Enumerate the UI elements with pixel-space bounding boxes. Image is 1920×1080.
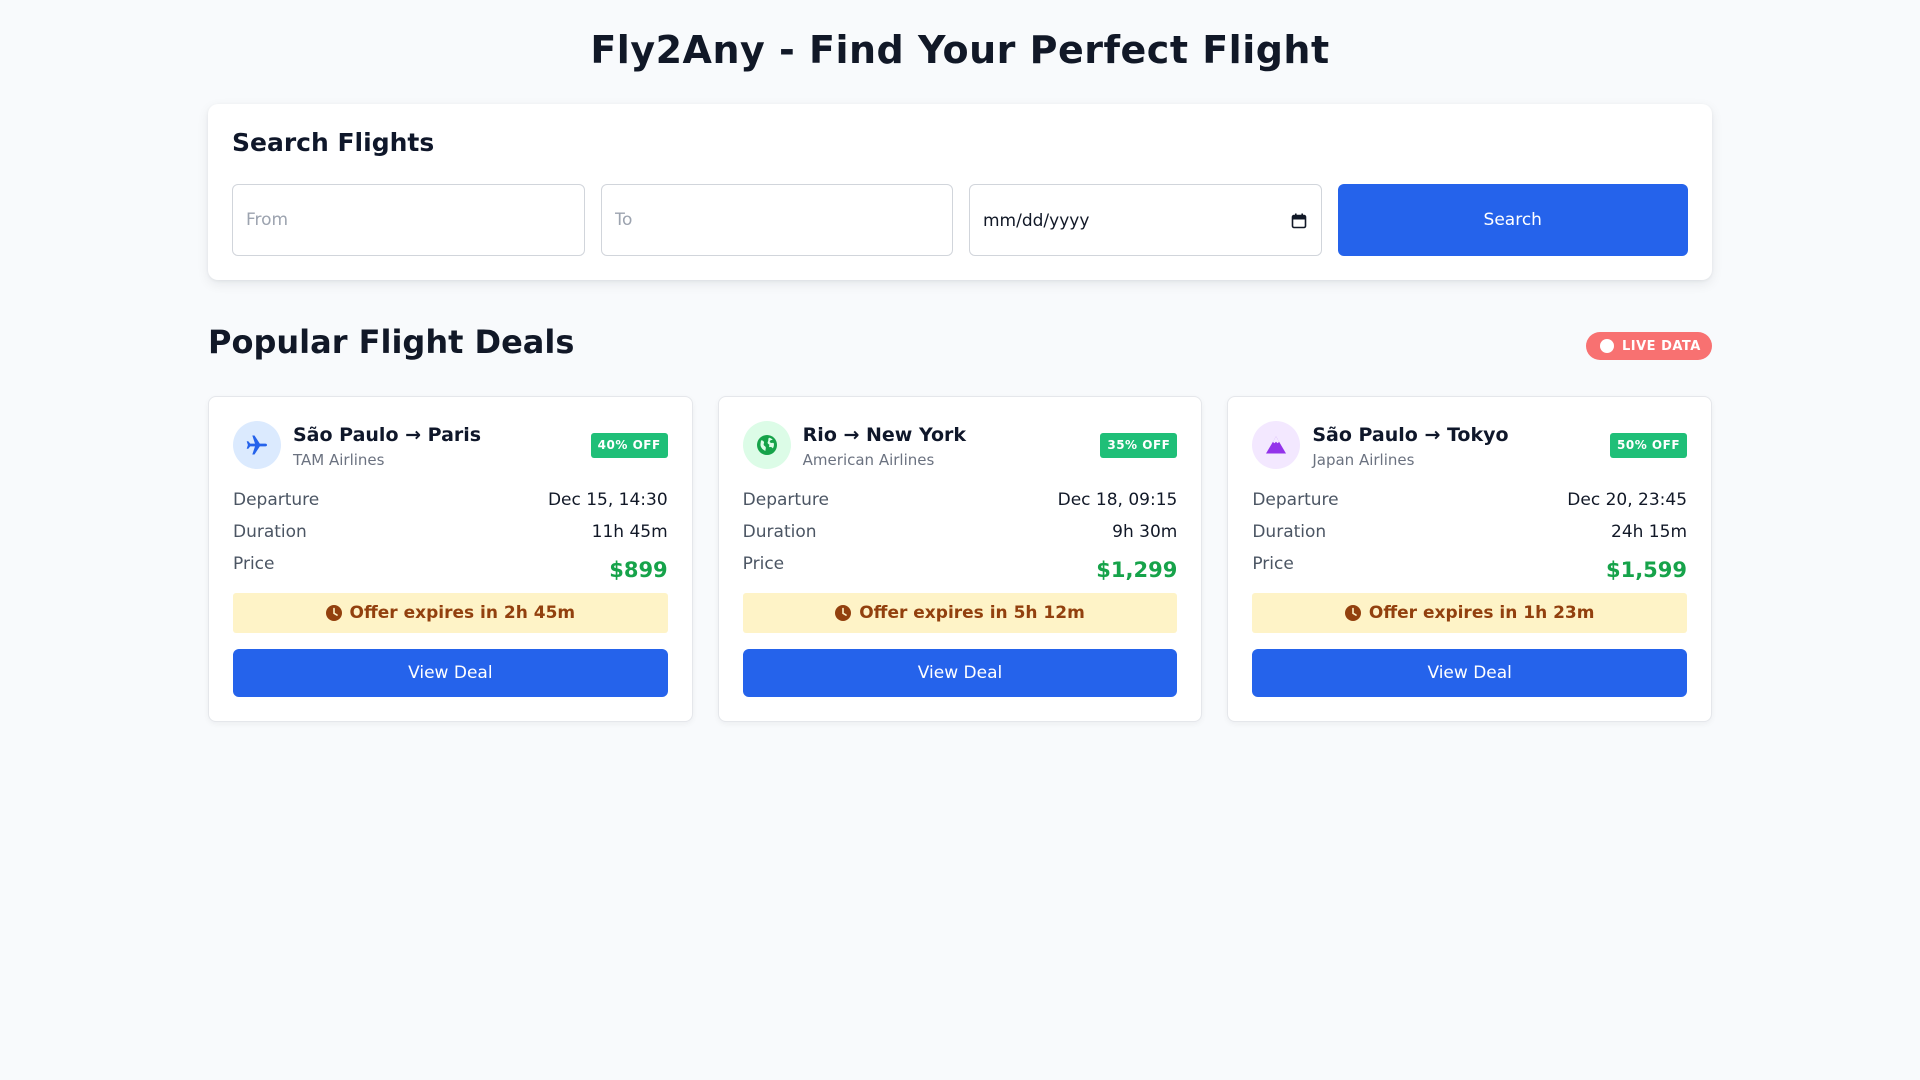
live-dot-icon (1600, 339, 1614, 353)
deal-card: São Paulo → Tokyo Japan Airlines 50% OFF… (1227, 396, 1713, 722)
clock-icon (1344, 605, 1361, 621)
duration-label: Duration (1252, 522, 1327, 542)
price-value: $1,299 (1096, 558, 1178, 582)
offer-expiry-text: Offer expires in 5h 12m (859, 603, 1085, 623)
offer-expiry-text: Offer expires in 1h 23m (1368, 603, 1595, 623)
live-data-badge: LIVE DATA (1586, 332, 1712, 360)
to-field-wrapper (600, 184, 953, 256)
price-label: Price (233, 554, 275, 574)
discount-badge: 40% OFF (590, 433, 668, 458)
duration-label: Duration (233, 522, 307, 542)
offer-expiry-banner: Offer expires in 1h 23m (1252, 593, 1688, 633)
deals-section-title: Popular Flight Deals (208, 323, 575, 361)
view-deal-button[interactable]: View Deal (233, 649, 668, 697)
departure-row: Departure Dec 15, 14:30 (233, 490, 668, 510)
deal-route: Rio → New York (802, 424, 967, 446)
duration-row: Duration 24h 15m (1252, 522, 1687, 542)
page-title: Fly2Any - Find Your Perfect Flight (590, 28, 1330, 72)
price-value: $899 (609, 558, 668, 582)
view-deal-button[interactable]: View Deal (1252, 649, 1688, 697)
departure-label: Departure (742, 490, 829, 510)
calendar-icon[interactable] (1291, 213, 1307, 229)
price-row: Price $1,599 (1252, 554, 1687, 582)
deal-icon-wrapper (1252, 421, 1301, 469)
price-label: Price (1252, 554, 1294, 574)
mountain-icon (1266, 436, 1287, 454)
deal-airline: Japan Airlines (1312, 451, 1415, 469)
departure-label: Departure (233, 490, 320, 510)
price-value: $1,599 (1605, 558, 1688, 582)
deal-route: São Paulo → Paris (293, 424, 482, 446)
departure-value: Dec 15, 14:30 (547, 490, 668, 510)
price-label: Price (742, 554, 785, 574)
duration-value: 9h 30m (1112, 522, 1178, 542)
departure-label: Departure (1252, 490, 1339, 510)
deal-card: Rio → New York American Airlines 35% OFF… (717, 396, 1203, 722)
deal-airline: TAM Airlines (293, 451, 385, 469)
duration-row: Duration 9h 30m (743, 522, 1178, 542)
price-row: Price $899 (233, 554, 668, 582)
deal-airline: American Airlines (802, 451, 935, 469)
date-placeholder: mm/dd/yyyy (983, 211, 1090, 231)
date-input[interactable]: mm/dd/yyyy (969, 184, 1322, 256)
view-deal-button[interactable]: View Deal (742, 649, 1178, 697)
departure-row: Departure Dec 18, 09:15 (743, 490, 1178, 510)
search-title: Search Flights (232, 128, 435, 157)
deal-icon-wrapper (742, 421, 791, 469)
duration-row: Duration 11h 45m (233, 522, 668, 542)
duration-value: 11h 45m (591, 522, 668, 542)
offer-expiry-banner: Offer expires in 5h 12m (742, 593, 1178, 633)
from-input[interactable] (233, 185, 584, 255)
clock-icon (325, 605, 342, 621)
search-form: mm/dd/yyyy Search (232, 184, 1688, 256)
globe-icon (756, 435, 777, 455)
live-badge-label: LIVE DATA (1622, 338, 1701, 354)
search-button[interactable]: Search (1337, 184, 1688, 256)
price-row: Price $1,299 (743, 554, 1178, 582)
departure-row: Departure Dec 20, 23:45 (1252, 490, 1687, 510)
search-panel: Search Flights mm/dd/yyyy Search (208, 104, 1712, 280)
offer-expiry-text: Offer expires in 2h 45m (349, 603, 576, 623)
departure-value: Dec 18, 09:15 (1057, 490, 1178, 510)
clock-icon (835, 605, 852, 621)
discount-badge: 35% OFF (1100, 433, 1178, 458)
deals-list: São Paulo → Paris TAM Airlines 40% OFF D… (208, 396, 1713, 722)
discount-badge: 50% OFF (1610, 433, 1688, 458)
from-field-wrapper (232, 184, 585, 256)
plane-icon (246, 435, 267, 455)
to-input[interactable] (601, 185, 952, 255)
deal-route: São Paulo → Tokyo (1312, 424, 1509, 446)
duration-label: Duration (742, 522, 817, 542)
deal-icon-wrapper (233, 421, 281, 469)
offer-expiry-banner: Offer expires in 2h 45m (233, 593, 668, 633)
departure-value: Dec 20, 23:45 (1567, 490, 1688, 510)
duration-value: 24h 15m (1611, 522, 1688, 542)
deal-card: São Paulo → Paris TAM Airlines 40% OFF D… (208, 396, 693, 722)
